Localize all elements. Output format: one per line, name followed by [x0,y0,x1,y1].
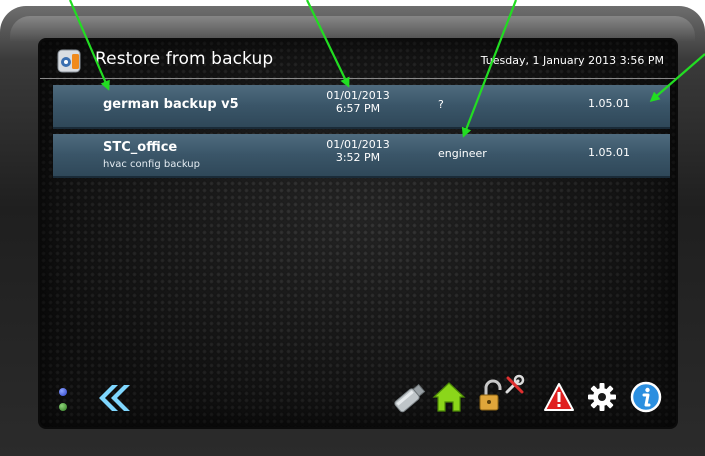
backup-datetime: 01/01/2013 6:57 PM [318,89,398,115]
warning-icon[interactable] [543,382,575,412]
backup-app-icon [57,49,81,73]
backup-date: 01/01/2013 [326,138,390,151]
backup-row[interactable]: german backup v5 01/01/2013 6:57 PM ? 1.… [53,85,670,129]
page-title: Restore from backup [95,49,274,69]
back-icon[interactable] [90,382,132,414]
backup-time: 6:57 PM [335,102,381,115]
backup-version: 1.05.01 [588,146,630,159]
backup-time: 3:52 PM [335,151,381,164]
backup-description: hvac config backup [103,159,200,170]
settings-gear-icon[interactable] [587,382,617,412]
usb-drive-icon[interactable] [390,380,428,416]
header-bar: Restore from backup Tuesday, 1 January 2… [40,40,676,79]
backup-version: 1.05.01 [588,97,630,110]
backup-list: german backup v5 01/01/2013 6:57 PM ? 1.… [53,85,670,183]
backup-name: STC_office [103,140,178,155]
info-icon[interactable] [630,381,662,413]
status-led-green-icon [59,403,67,411]
backup-user: engineer [438,147,487,160]
bottom-toolbar [40,370,676,427]
bezel-highlight [10,16,695,42]
touch-screen: Restore from backup Tuesday, 1 January 2… [40,40,676,427]
backup-user: ? [438,98,444,111]
home-icon[interactable] [432,380,466,414]
status-led-blue-icon [59,388,67,396]
date-time-display: Tuesday, 1 January 2013 3:56 PM [480,54,664,67]
backup-row[interactable]: STC_office hvac config backup 01/01/2013… [53,134,670,178]
backup-name: german backup v5 [103,97,239,112]
backup-datetime: 01/01/2013 3:52 PM [318,138,398,164]
tools-icon[interactable] [504,374,526,396]
backup-date: 01/01/2013 [326,89,390,102]
